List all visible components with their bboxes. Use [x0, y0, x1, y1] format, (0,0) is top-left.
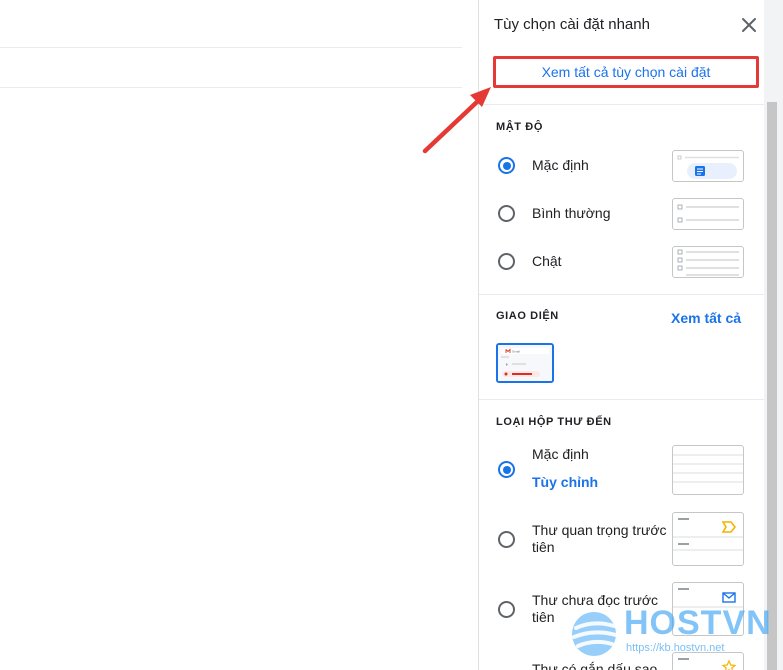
theme-thumb-brand: Gmail — [512, 350, 520, 354]
density-compact-label: Chật — [532, 253, 562, 269]
inbox-important-first-radio[interactable] — [498, 531, 515, 548]
inbox-important-first-preview[interactable] — [672, 512, 744, 566]
panel-scrollbar-thumb[interactable] — [767, 102, 777, 670]
inbox-default-preview[interactable] — [672, 445, 744, 495]
panel-title: Tùy chọn cài đặt nhanh — [494, 16, 650, 33]
divider — [479, 294, 765, 295]
density-default-label: Mặc định — [532, 157, 589, 173]
density-compact-preview[interactable] — [672, 246, 744, 278]
theme-preview[interactable]: Gmail — [496, 343, 554, 383]
theme-see-all-link[interactable]: Xem tất cả — [671, 310, 741, 326]
inbox-default-radio[interactable] — [498, 461, 515, 478]
close-icon[interactable] — [741, 17, 757, 33]
density-compact-radio[interactable] — [498, 253, 515, 270]
quick-settings-panel: Tùy chọn cài đặt nhanh Xem tất cả tùy ch… — [478, 0, 765, 670]
inbox-unread-first-preview[interactable] — [672, 582, 744, 636]
inbox-starred-first-preview[interactable] — [672, 652, 744, 670]
mail-list-divider — [0, 47, 462, 48]
mail-list-area — [0, 0, 478, 670]
theme-section-title: GIAO DIỆN — [496, 310, 559, 322]
inbox-unread-first-label: Thư chưa đọc trước tiên — [532, 592, 658, 625]
gmail-settings-screen: Tùy chọn cài đặt nhanh Xem tất cả tùy ch… — [0, 0, 783, 670]
inbox-default-label: Mặc định — [532, 446, 589, 462]
density-comfortable-radio[interactable] — [498, 205, 515, 222]
see-all-settings-button[interactable]: Xem tất cả tùy chọn cài đặt — [493, 56, 759, 88]
inbox-unread-first-radio[interactable] — [498, 601, 515, 618]
density-section-title: MẬT ĐỘ — [496, 121, 543, 133]
mail-list-divider — [0, 87, 462, 88]
divider — [479, 399, 765, 400]
inbox-important-first-label: Thư quan trọng trước tiên — [532, 522, 667, 555]
divider — [479, 104, 765, 105]
density-default-radio[interactable] — [498, 157, 515, 174]
inbox-type-section-title: LOẠI HỘP THƯ ĐẾN — [496, 416, 612, 428]
inbox-starred-first-label: Thư có gắn dấu sao — [532, 661, 658, 670]
inbox-customize-link[interactable]: Tùy chỉnh — [532, 474, 598, 490]
density-comfortable-preview[interactable] — [672, 198, 744, 230]
density-default-preview[interactable] — [672, 150, 744, 182]
density-comfortable-label: Bình thường — [532, 205, 611, 221]
